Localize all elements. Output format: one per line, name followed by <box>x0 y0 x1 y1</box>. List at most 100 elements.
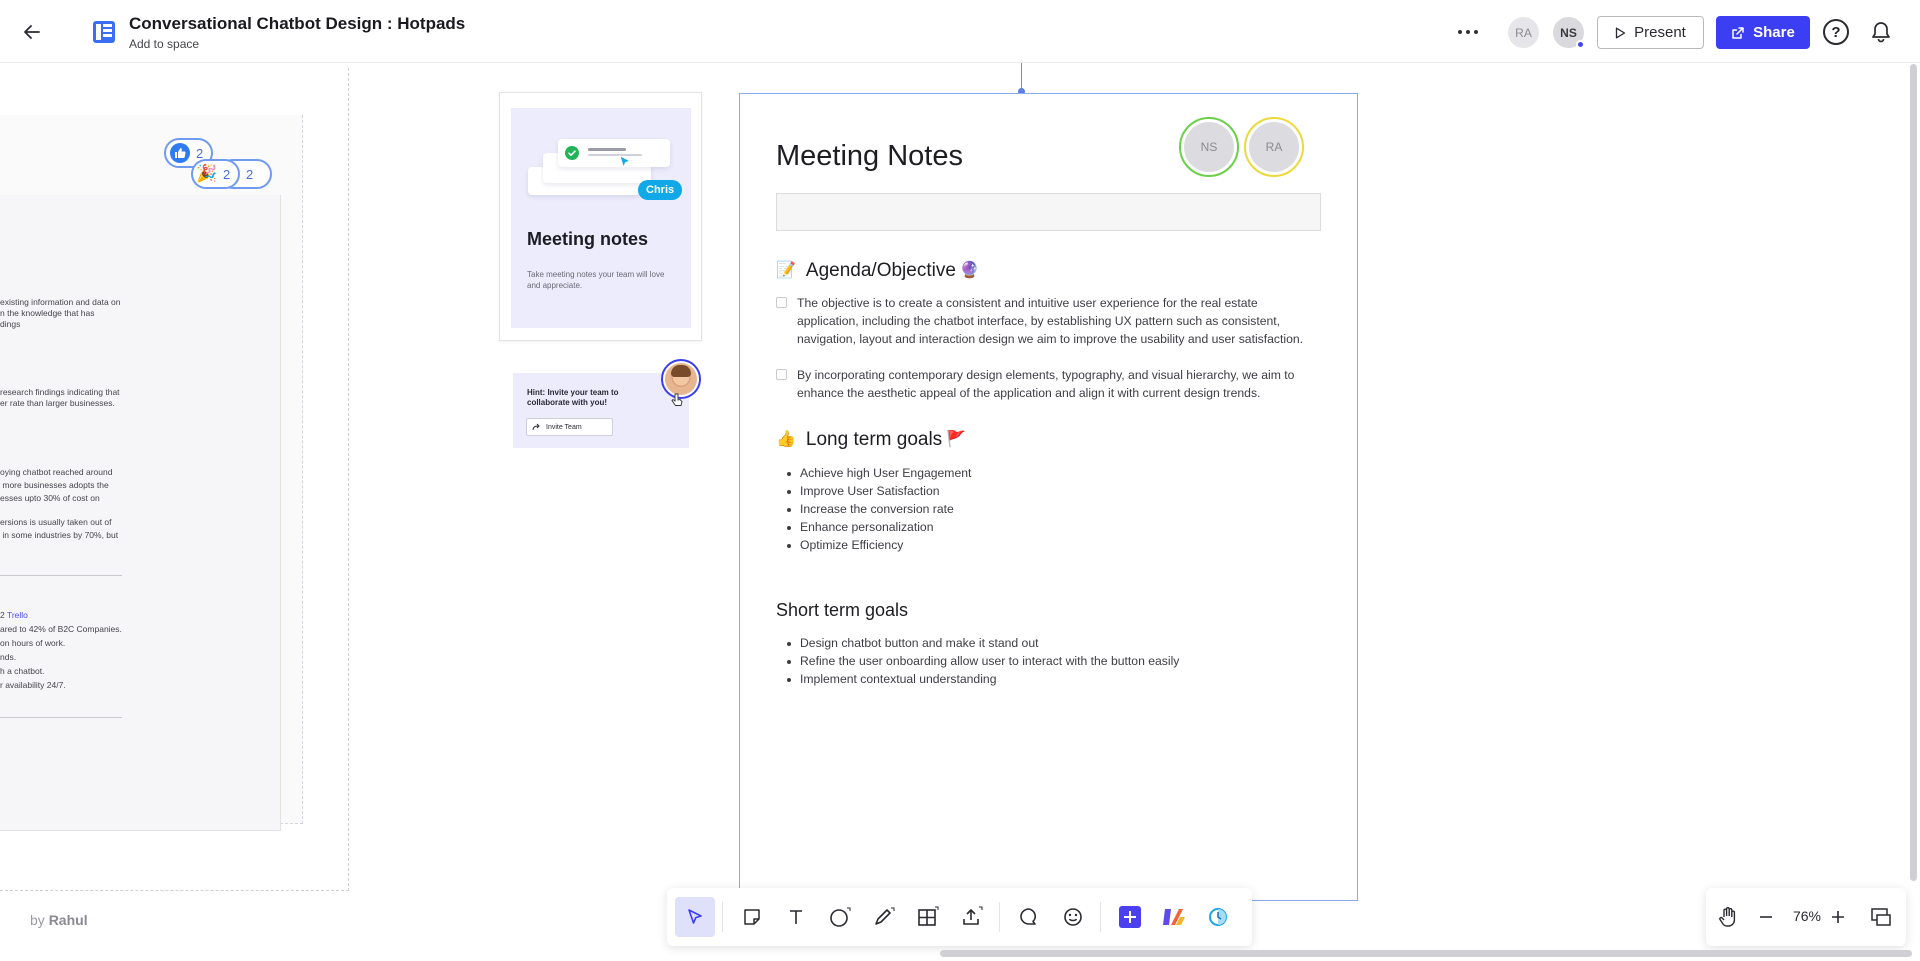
thumbs-up-icon: 👍 <box>776 431 796 448</box>
text-line: er rate than larger businesses. <box>0 398 115 408</box>
long-term-goals-heading[interactable]: 👍 Long term goals 🚩 <box>776 429 966 451</box>
whiteboard-canvas[interactable]: existing information and data on n the k… <box>0 63 1920 961</box>
select-tool[interactable] <box>675 897 715 937</box>
add-more-tool[interactable] <box>1110 897 1150 937</box>
by-prefix: by <box>30 912 45 928</box>
bottom-toolbar <box>667 888 1252 946</box>
text-line: in some industries by 70%, but <box>0 530 119 540</box>
share-label: Share <box>1753 24 1795 41</box>
reaction-party[interactable]: 🎉 2 <box>191 159 241 189</box>
more-options-button[interactable] <box>1452 18 1484 46</box>
text-line: 2 Trello <box>0 610 28 621</box>
apps-tool[interactable] <box>1154 897 1194 937</box>
template-preview: Chris Meeting notes Take meeting notes y… <box>511 108 691 328</box>
invite-team-label: Invite Team <box>546 423 582 431</box>
list-item[interactable]: Achieve high User Engagement <box>786 464 971 482</box>
avatar-hair <box>671 365 691 377</box>
memo-icon: 📝 <box>776 262 796 279</box>
document-input-field[interactable] <box>776 193 1321 231</box>
vertical-scrollbar[interactable] <box>1910 64 1917 881</box>
sticky-note-icon <box>744 909 760 925</box>
notifications-button[interactable] <box>1867 18 1895 46</box>
text-line: dings <box>0 319 21 329</box>
share-button[interactable]: Share <box>1716 16 1810 49</box>
text-tool[interactable] <box>776 897 816 937</box>
trello-link[interactable]: Trello <box>7 610 28 620</box>
sticky-note-tool[interactable] <box>732 897 772 937</box>
board-title[interactable]: Conversational Chatbot Design : Hotpads <box>129 14 465 34</box>
reaction-count: 2 <box>223 166 231 182</box>
agenda-checkbox[interactable] <box>776 297 787 308</box>
agenda-checkbox[interactable] <box>776 369 787 380</box>
plus-icon <box>1832 911 1844 923</box>
participant-initials: RA <box>1249 122 1299 172</box>
short-term-goals-heading[interactable]: Short term goals <box>776 600 908 621</box>
hand-tool-button[interactable] <box>1708 897 1748 937</box>
crystal-ball-icon: 🔮 <box>959 262 980 279</box>
sticker-tool[interactable] <box>1053 897 1093 937</box>
list-item[interactable]: Implement contextual understanding <box>786 670 1179 688</box>
text-line: esses upto 30% of cost on <box>0 493 100 503</box>
text-line: ared to 42% of B2C Companies. <box>0 624 122 634</box>
avatar-ra[interactable]: RA <box>1508 17 1539 48</box>
avatar-ns[interactable]: NS <box>1553 17 1585 49</box>
text-icon <box>790 910 802 924</box>
text-line: n the knowledge that has <box>0 308 95 318</box>
list-item[interactable]: Increase the conversion rate <box>786 500 971 518</box>
list-item[interactable]: Optimize Efficiency <box>786 536 971 554</box>
table-icon <box>918 906 939 926</box>
list-item[interactable]: Refine the user onboarding allow user to… <box>786 652 1179 670</box>
check-circle-icon <box>565 146 579 160</box>
comment-tool[interactable] <box>1009 897 1049 937</box>
toolbar-divider <box>1100 902 1101 932</box>
hint-text-line: Hint: Invite your team to <box>527 388 619 397</box>
horizontal-scrollbar[interactable] <box>940 950 1912 957</box>
agenda-item-text[interactable]: The objective is to create a consistent … <box>797 294 1319 348</box>
participant-avatar-ns[interactable]: NS <box>1179 117 1239 177</box>
agenda-item: The objective is to create a consistent … <box>776 294 1319 348</box>
meeting-notes-document[interactable]: Meeting Notes NS RA 📝 Agenda/Objective 🔮… <box>739 93 1358 901</box>
apps-logo-icon <box>1163 909 1185 925</box>
hint-text-line: collaborate with you! <box>527 398 608 407</box>
toolbar-divider <box>722 902 723 932</box>
board-icon <box>93 21 115 43</box>
share-arrow-icon <box>532 423 540 431</box>
pen-tool[interactable] <box>864 897 904 937</box>
zoom-out-button[interactable] <box>1746 897 1786 937</box>
left-inner-frame: existing information and data on n the k… <box>0 115 303 831</box>
participant-avatar-ra[interactable]: RA <box>1244 117 1304 177</box>
list-item[interactable]: Improve User Satisfaction <box>786 482 971 500</box>
agenda-item-text[interactable]: By incorporating contemporary design ele… <box>797 366 1319 402</box>
left-frame[interactable]: existing information and data on n the k… <box>0 68 349 891</box>
help-button[interactable]: ? <box>1823 19 1849 45</box>
avatar-ns-label: NS <box>1560 25 1577 40</box>
document-title[interactable]: Meeting Notes <box>776 140 963 173</box>
text-line: r availability 24/7. <box>0 680 66 690</box>
cursor-icon <box>619 155 631 169</box>
shape-tool[interactable] <box>820 897 860 937</box>
preview-line <box>588 148 626 151</box>
agenda-heading[interactable]: 📝 Agenda/Objective 🔮 <box>776 260 980 282</box>
template-title: Meeting notes <box>527 229 649 249</box>
toolbar-divider <box>999 902 1000 932</box>
text-line: h a chatbot. <box>0 666 45 676</box>
meeting-notes-template-card[interactable]: Chris Meeting notes Take meeting notes y… <box>499 92 702 341</box>
present-button[interactable]: Present <box>1597 16 1704 49</box>
invite-team-button[interactable]: Invite Team <box>526 418 613 436</box>
research-document[interactable]: existing information and data on n the k… <box>0 195 281 831</box>
table-tool[interactable] <box>908 897 948 937</box>
upload-tool[interactable] <box>952 897 992 937</box>
add-to-space-link[interactable]: Add to space <box>129 37 199 51</box>
text-line: nds. <box>0 652 17 662</box>
list-item[interactable]: Design chatbot button and make it stand … <box>786 634 1179 652</box>
back-button[interactable] <box>18 18 46 46</box>
pen-icon <box>875 907 895 925</box>
sticker-icon <box>1064 908 1082 926</box>
zoom-in-button[interactable] <box>1818 897 1858 937</box>
text-line: research findings indicating that <box>0 387 120 397</box>
play-icon <box>1615 27 1626 38</box>
list-item[interactable]: Enhance personalization <box>786 518 971 536</box>
minimap-button[interactable] <box>1861 897 1901 937</box>
cursor-arrow-icon <box>688 909 702 924</box>
timer-tool[interactable] <box>1198 897 1238 937</box>
